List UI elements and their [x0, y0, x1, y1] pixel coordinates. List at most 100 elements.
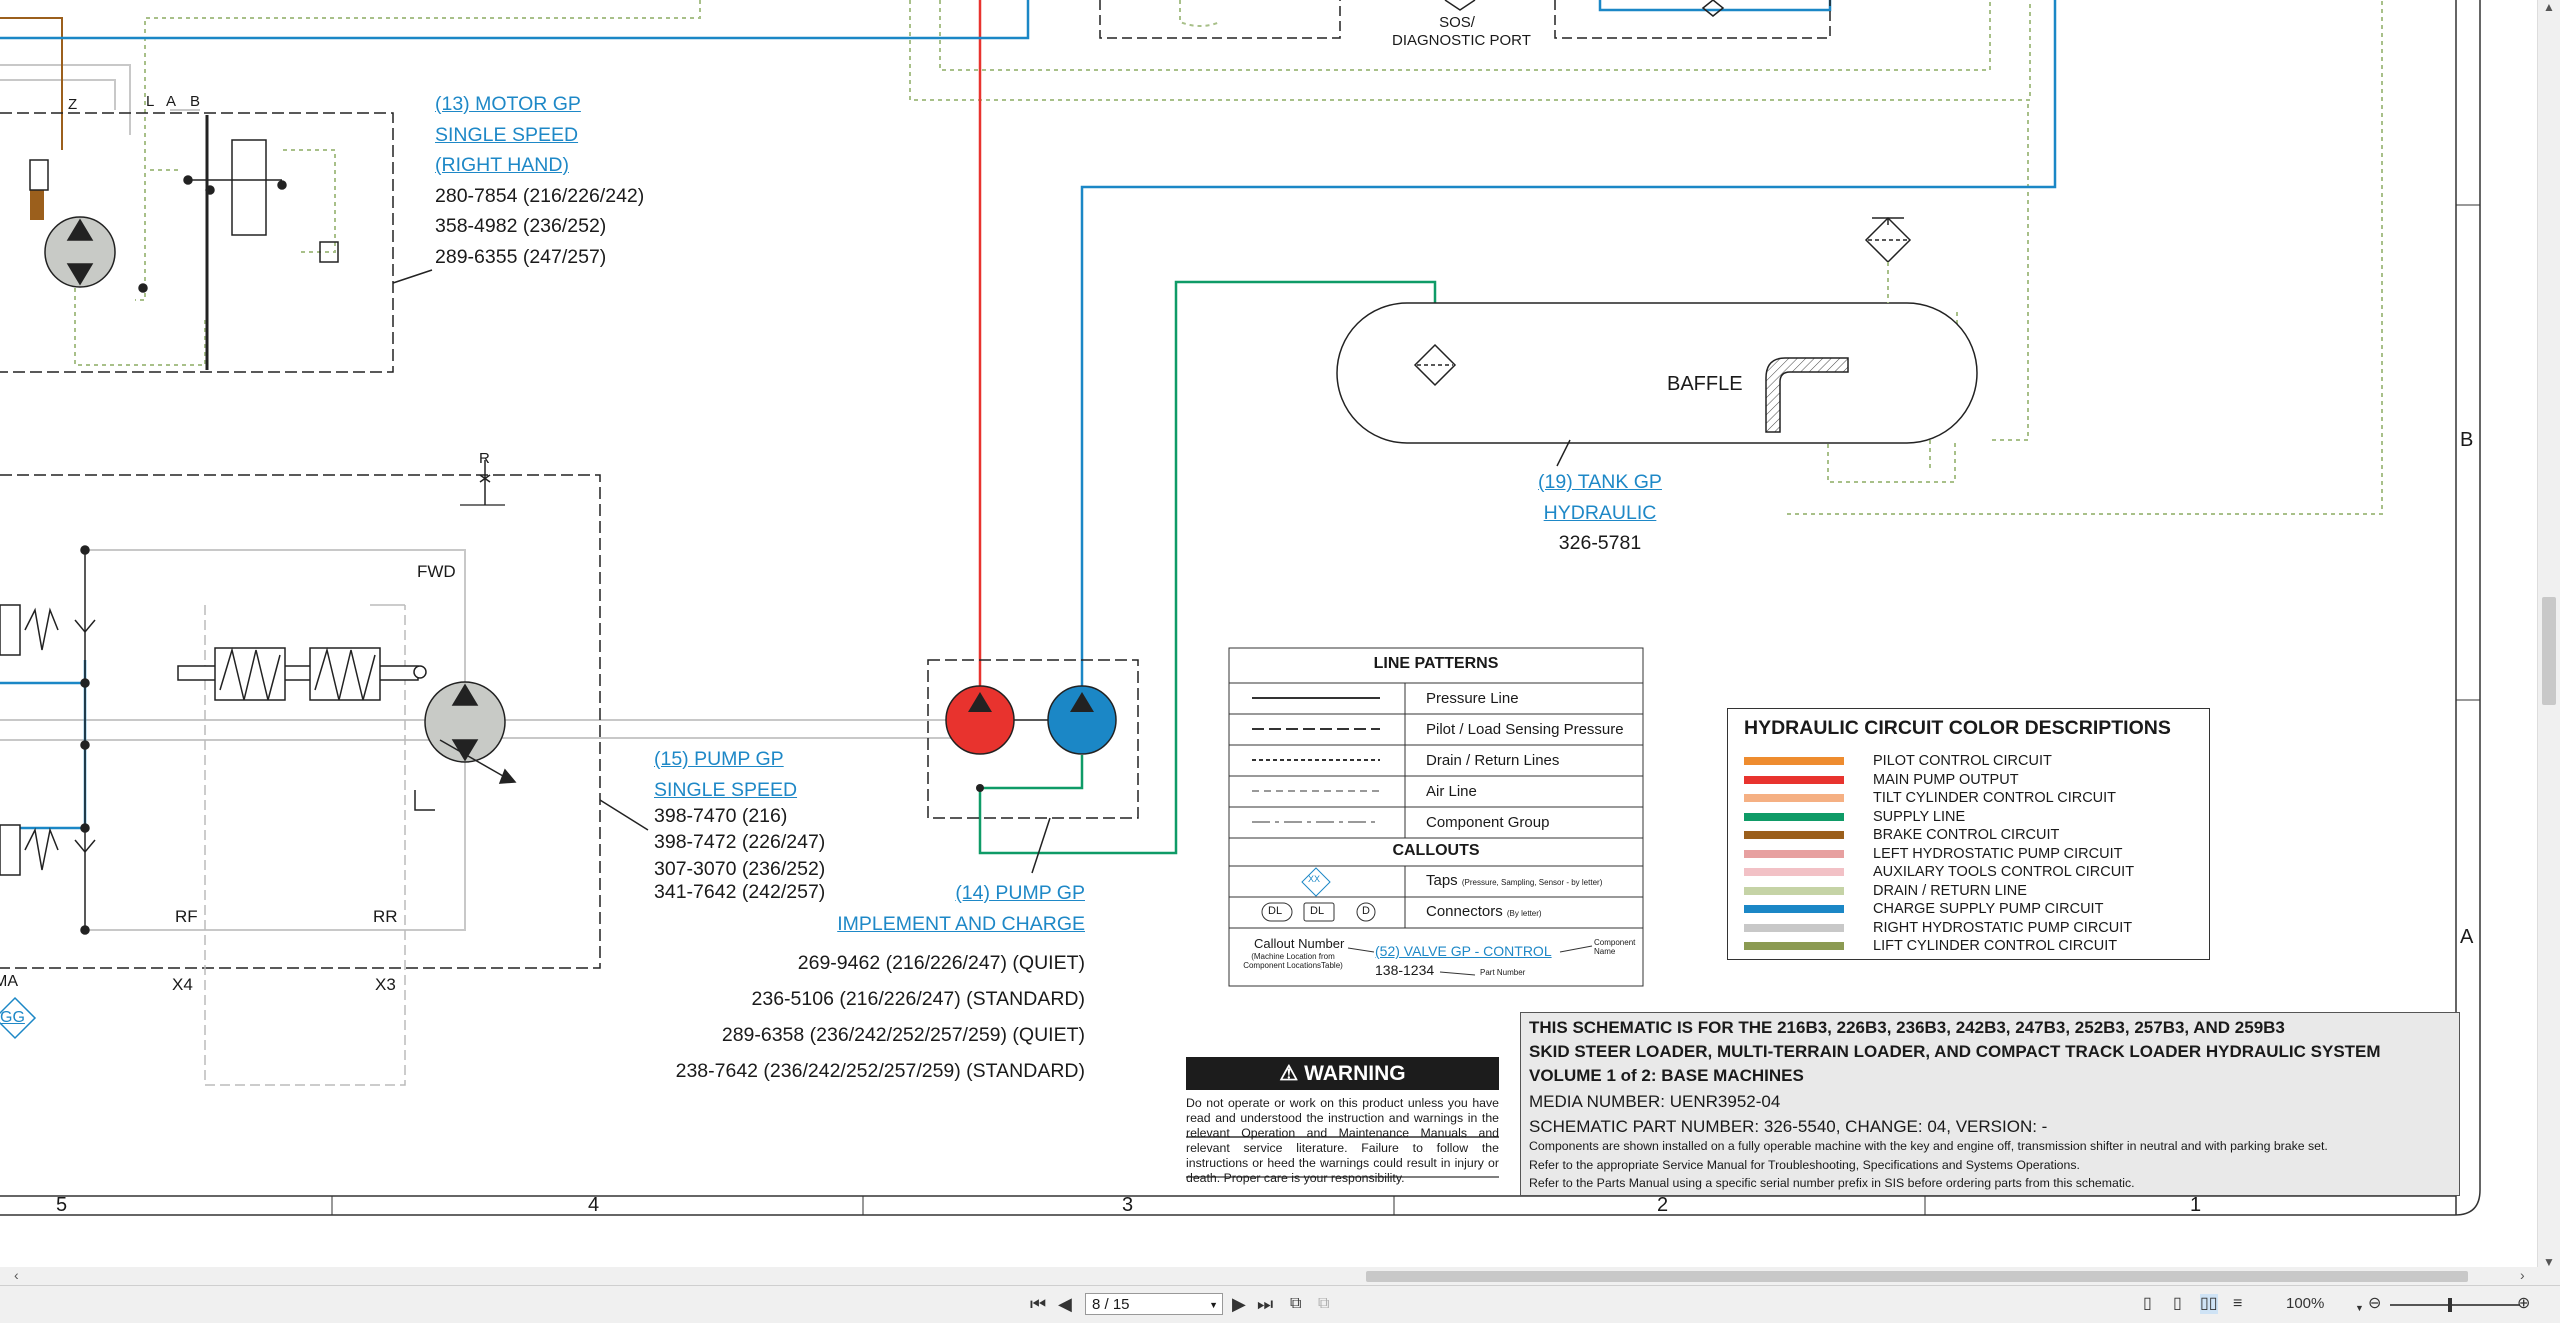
fwd-label: FWD [417, 562, 456, 581]
color-desc-label: SUPPLY LINE [1873, 808, 1966, 825]
example-callout-link[interactable]: (52) VALVE GP - CONTROL [1375, 943, 1552, 959]
pump15-link-2[interactable]: SINGLE SPEED [654, 775, 797, 806]
note-2: Refer to the appropriate Service Manual … [1529, 1158, 2080, 1172]
pump14-parts: 269-9462 (216/226/247) (QUIET) 236-5106 … [600, 945, 1085, 1089]
tank-gp-callout[interactable]: (19) TANK GP HYDRAULIC 326-5781 [1460, 467, 1740, 559]
color-desc-label: LIFT CYLINDER CONTROL CIRCUIT [1873, 938, 2118, 954]
color-desc-item: TILT CYLINDER CONTROL CIRCUIT [1728, 789, 2209, 807]
brake-actuator [30, 190, 44, 220]
color-swatch [1744, 812, 1844, 821]
scroll-left-button[interactable]: ‹ [14, 1267, 19, 1283]
two-page-icon[interactable]: ▯▯ [2200, 1294, 2218, 1314]
color-swatch [1744, 868, 1844, 876]
grid-col-2: 2 [1657, 1194, 1669, 1216]
color-desc-item: RIGHT HYDROSTATIC PUMP CIRCUIT [1728, 919, 2209, 937]
hscroll-thumb[interactable] [1366, 1271, 2468, 1282]
pump15-link-1[interactable]: (15) PUMP GP [654, 744, 797, 775]
color-desc-item: PILOT CONTROL CIRCUIT [1728, 752, 2209, 770]
zoom-level[interactable]: 100% [2286, 1294, 2324, 1314]
pump15-group [0, 460, 649, 1086]
color-desc-label: LEFT HYDROSTATIC PUMP CIRCUIT [1873, 845, 2123, 862]
page-number-value: 8 / 15 [1092, 1296, 1130, 1313]
grid-row-a: A [2460, 926, 2474, 948]
scroll-up-button[interactable]: ▲ [2543, 0, 2555, 14]
zoom-slider[interactable] [2390, 1298, 2520, 1312]
connectors-label-text: Connectors [1426, 903, 1503, 920]
pump14-link-2[interactable]: IMPLEMENT AND CHARGE [700, 909, 1085, 940]
sos-line-2: DIAGNOSTIC PORT [1392, 32, 1531, 49]
tank-gp-part: 326-5781 [1558, 532, 1642, 554]
pump14-part-3: 289-6358 (236/242/252/257/259) (QUIET) [721, 1024, 1085, 1046]
color-desc-label: MAIN PUMP OUTPUT [1873, 771, 2019, 788]
lp-row-air: Air Line [1426, 783, 1477, 800]
warning-block: ⚠ WARNING Do not operate or work on this… [1186, 1057, 1499, 1186]
pump14-part-2: 236-5106 (216/226/247) (STANDARD) [751, 988, 1085, 1010]
first-page-icon[interactable]: ⏮ [1030, 1294, 1046, 1314]
zoom-out-icon[interactable]: ⊖ [2368, 1294, 2381, 1314]
media-number: MEDIA NUMBER: UENR3952-04 [1529, 1092, 1781, 1111]
continuous-page-icon[interactable]: ▯ [2173, 1294, 2182, 1314]
lp-row-pressure: Pressure Line [1426, 690, 1519, 707]
last-page-icon[interactable]: ⏭ [1257, 1294, 1273, 1314]
motor-gp-link-2[interactable]: SINGLE SPEED [435, 120, 644, 151]
port-label-l: L [146, 93, 155, 110]
port-label-b: B [190, 93, 201, 110]
baffle-label: BAFFLE [1667, 373, 1743, 395]
title-line-2: SKID STEER LOADER, MULTI-TERRAIN LOADER,… [1529, 1042, 2381, 1061]
color-desc-label: PILOT CONTROL CIRCUIT [1873, 753, 2052, 769]
grid-col-5: 5 [56, 1194, 68, 1216]
zoom-in-icon[interactable]: ⊕ [2517, 1294, 2530, 1314]
lp-row-drain: Drain / Return Lines [1426, 752, 1560, 769]
ma-label: MA [0, 973, 18, 990]
lp-row-component-group: Component Group [1426, 814, 1550, 831]
pump14-callout[interactable]: (14) PUMP GP IMPLEMENT AND CHARGE [700, 878, 1085, 939]
next-page-icon[interactable]: ▶ [1232, 1294, 1246, 1314]
scroll-right-button[interactable]: › [2520, 1267, 2525, 1283]
split-page-icon[interactable]: ≡ [2233, 1294, 2242, 1314]
color-desc-label: RIGHT HYDROSTATIC PUMP CIRCUIT [1873, 919, 2133, 936]
color-swatch [1744, 923, 1844, 932]
conn-symbol-2: DL [1310, 905, 1325, 917]
prev-page-icon[interactable]: ◀ [1058, 1294, 1072, 1314]
color-swatch [1744, 757, 1844, 765]
tank-gp-link-1[interactable]: (19) TANK GP [1460, 467, 1740, 498]
motor-gp-link-1[interactable]: (13) MOTOR GP [435, 89, 644, 120]
warning-title: WARNING [1304, 1062, 1406, 1085]
color-desc-item: BRAKE CONTROL CIRCUIT [1728, 826, 2209, 844]
pump14-part-4: 238-7642 (236/242/252/257/259) (STANDARD… [675, 1060, 1085, 1082]
color-desc-label: AUXILARY TOOLS CONTROL CIRCUIT [1873, 864, 2135, 880]
taps-label: Taps (Pressure, Sampling, Sensor - by le… [1426, 872, 1602, 889]
scroll-thumb[interactable] [2542, 597, 2556, 705]
vertical-scrollbar[interactable]: ▲ ▼ [2537, 0, 2560, 1285]
single-page-icon[interactable]: ▯ [2143, 1294, 2152, 1314]
conn-symbol-3: D [1362, 905, 1370, 917]
port-label-r: R [479, 450, 490, 467]
gg-tap-label[interactable]: GG [0, 1009, 25, 1027]
motor-gp-callout[interactable]: (13) MOTOR GP SINGLE SPEED (RIGHT HAND) … [435, 89, 644, 272]
line-patterns-title: LINE PATTERNS [1373, 655, 1499, 672]
pump14-group [927, 659, 1139, 874]
color-desc-label: BRAKE CONTROL CIRCUIT [1873, 827, 2060, 843]
title-line-3: VOLUME 1 of 2: BASE MACHINES [1529, 1066, 1804, 1085]
grid-col-3: 3 [1122, 1194, 1134, 1216]
zoom-dropdown-icon[interactable]: ▼ [2355, 1298, 2364, 1318]
copy-icon[interactable]: ⧉ [1290, 1294, 1301, 1314]
part-number-note: Part Number [1480, 968, 1526, 977]
color-swatch [1744, 775, 1844, 784]
taps-label-text: Taps [1426, 872, 1458, 889]
pump14-link-1[interactable]: (14) PUMP GP [700, 878, 1085, 909]
title-block: THIS SCHEMATIC IS FOR THE 216B3, 226B3, … [1520, 1012, 2460, 1196]
motor-gp-link-3[interactable]: (RIGHT HAND) [435, 150, 644, 181]
tank-gp-link-2[interactable]: HYDRAULIC [1460, 498, 1740, 529]
color-swatch [1744, 831, 1844, 839]
page-number-field[interactable]: 8 / 15 ▼ [1085, 1293, 1223, 1315]
zoom-slider-thumb[interactable] [2448, 1298, 2452, 1312]
pump15-callout[interactable]: (15) PUMP GP SINGLE SPEED [654, 744, 797, 805]
color-desc-label: CHARGE SUPPLY PUMP CIRCUIT [1873, 901, 2104, 917]
horizontal-scrollbar[interactable]: ‹ › [0, 1267, 2560, 1285]
color-descriptions-legend: HYDRAULIC CIRCUIT COLOR DESCRIPTIONS PIL… [1727, 708, 2210, 960]
taps-note: (Pressure, Sampling, Sensor - by letter) [1461, 878, 1603, 887]
paste-icon[interactable]: ⧉ [1318, 1294, 1329, 1314]
taps-symbol: XX [1308, 874, 1321, 884]
page-dropdown-icon[interactable]: ▼ [1209, 1294, 1218, 1316]
